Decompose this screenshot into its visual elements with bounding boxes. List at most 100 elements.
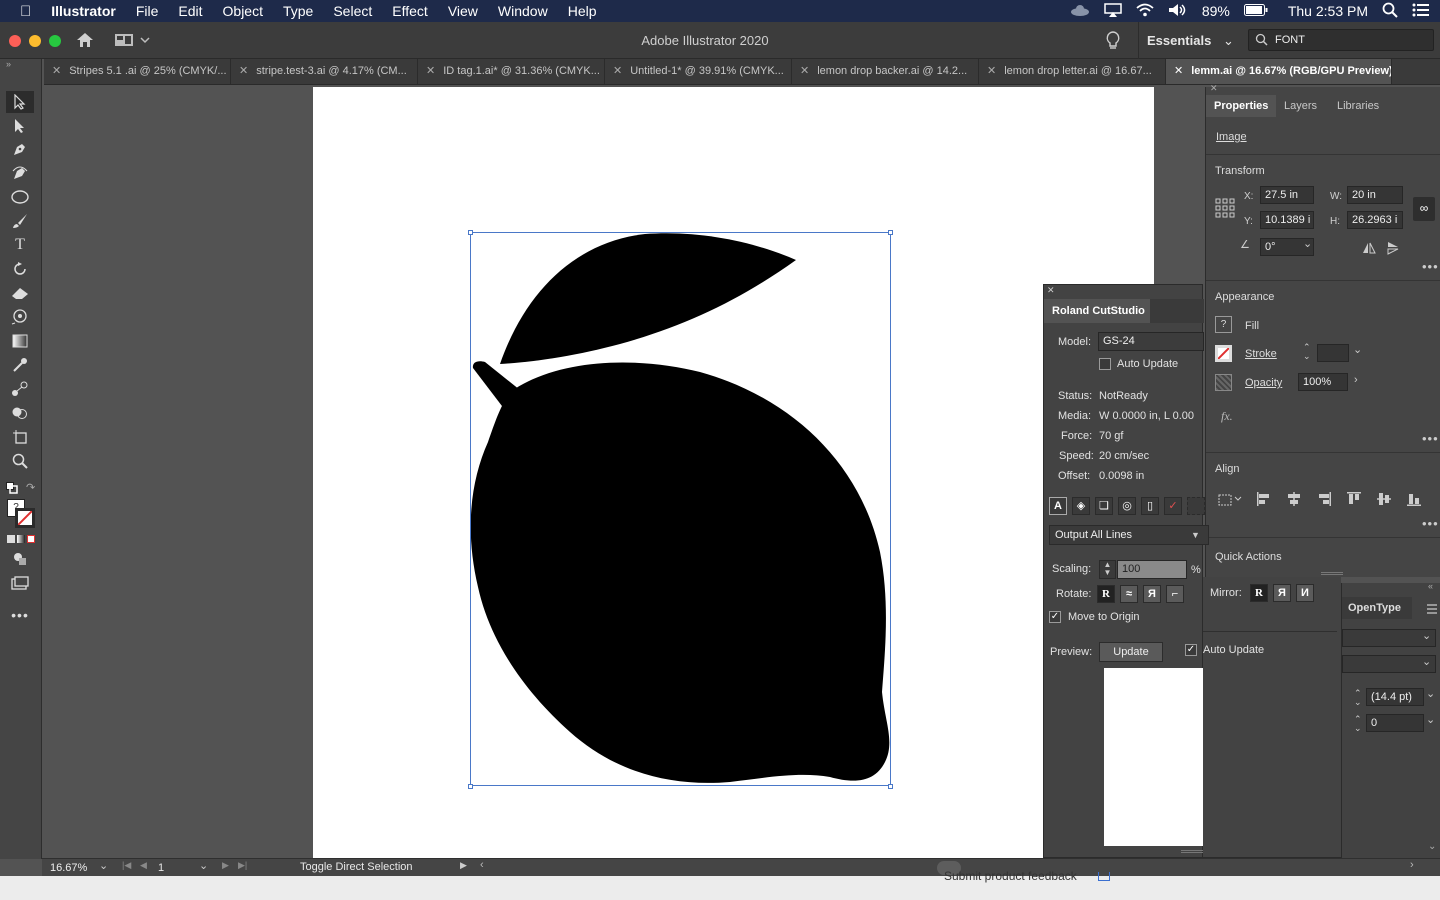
stroke-label[interactable]: Stroke [1245, 348, 1277, 360]
chevron-down-icon[interactable]: ⌄ [1422, 655, 1431, 668]
x-field[interactable]: 27.5 in [1260, 186, 1314, 204]
cloud-icon[interactable] [1070, 3, 1090, 19]
more-options-icon[interactable]: ••• [1422, 516, 1439, 531]
opacity-field[interactable]: 100% [1298, 373, 1348, 391]
menu-edit[interactable]: Edit [168, 3, 212, 19]
tracking-field[interactable]: 0 [1366, 714, 1424, 732]
rotate-90-button[interactable]: ≈ [1120, 585, 1138, 603]
doc-tab-active[interactable]: ✕ lemm.ai @ 16.67% (RGB/GPU Preview) [1166, 59, 1392, 84]
chevron-right-icon[interactable]: › [1354, 374, 1358, 386]
opacity-label[interactable]: Opacity [1245, 377, 1282, 389]
update-button[interactable]: Update [1099, 642, 1163, 662]
spotlight-icon[interactable] [1382, 2, 1398, 21]
chevron-down-icon[interactable]: ⌄ [1426, 687, 1435, 700]
menu-object[interactable]: Object [213, 3, 273, 19]
previous-artboard-icon[interactable]: ◀ [140, 860, 147, 871]
fill-swatch[interactable]: ? [1215, 316, 1232, 333]
more-options-icon[interactable]: ••• [1422, 259, 1439, 274]
panel-resize-grip[interactable] [1321, 572, 1343, 575]
feedback-icon[interactable] [1098, 872, 1110, 881]
scaling-field[interactable]: 100 [1117, 560, 1187, 579]
opentype-tab[interactable]: OpenType [1342, 597, 1412, 619]
menu-view[interactable]: View [438, 3, 488, 19]
flip-horizontal-icon[interactable] [1362, 241, 1376, 259]
close-window-button[interactable] [9, 35, 21, 47]
align-left-icon[interactable] [1256, 491, 1272, 507]
wifi-icon[interactable] [1136, 3, 1154, 20]
selection-tool-icon[interactable] [6, 91, 34, 113]
mirror-vertical-button[interactable]: И [1296, 584, 1314, 602]
arrange-documents-icon[interactable] [114, 33, 152, 52]
minimize-window-button[interactable] [29, 35, 41, 47]
page-icon[interactable]: ▯ [1141, 497, 1159, 515]
airplay-icon[interactable] [1104, 2, 1122, 20]
chevron-down-icon[interactable]: ⌄ [99, 859, 108, 872]
none-icon[interactable] [27, 535, 35, 543]
fx-button[interactable]: fx. [1221, 409, 1233, 424]
menu-file[interactable]: File [126, 3, 169, 19]
zoom-window-button[interactable] [49, 35, 61, 47]
menu-window[interactable]: Window [488, 3, 558, 19]
close-panel-icon[interactable]: ✕ [1210, 83, 1218, 94]
mirror-none-button[interactable]: R [1250, 584, 1268, 602]
doc-tab[interactable]: ✕ ID tag.1.ai* @ 31.36% (CMYK... [418, 59, 605, 84]
h-field[interactable]: 26.2963 i [1347, 211, 1403, 229]
w-field[interactable]: 20 in [1347, 186, 1403, 204]
more-options-icon[interactable]: ••• [1422, 431, 1439, 446]
rotate-270-button[interactable]: ⌐ [1166, 585, 1184, 603]
zoom-tool-icon[interactable] [9, 451, 31, 471]
artboard-tool-icon[interactable] [9, 427, 31, 447]
align-bottom-icon[interactable] [1406, 491, 1422, 507]
status-menu-arrow-icon[interactable]: ▶ [460, 860, 467, 871]
align-vertical-center-icon[interactable] [1376, 491, 1392, 507]
apple-icon[interactable]:  [0, 3, 41, 20]
menu-select[interactable]: Select [323, 3, 382, 19]
y-field[interactable]: 10.1389 i [1260, 211, 1314, 229]
chevron-down-icon[interactable]: ⌄ [199, 859, 208, 872]
registration-icon[interactable]: ◎ [1118, 497, 1136, 515]
flip-vertical-icon[interactable] [1387, 241, 1399, 260]
stroke-stepper-icon[interactable]: ⌃ ⌄ [1303, 343, 1311, 361]
close-tab-icon[interactable]: ✕ [800, 65, 809, 77]
auto-update-preview-checkbox[interactable]: ✓ [1185, 644, 1197, 656]
eraser-tool-icon[interactable] [9, 283, 31, 303]
dashed-box-icon[interactable] [1187, 497, 1205, 515]
model-select[interactable]: GS-24 [1098, 332, 1204, 351]
color-mode-buttons[interactable] [7, 535, 35, 543]
rotate-tool-icon[interactable] [9, 259, 31, 279]
edit-toolbar-icon[interactable]: ••• [9, 605, 31, 625]
type-tool-icon[interactable]: T [9, 235, 31, 255]
blend-tool-icon[interactable] [9, 379, 31, 399]
gradient-icon[interactable] [17, 535, 25, 543]
chevron-down-icon[interactable]: ⌄ [1353, 343, 1362, 356]
align-top-icon[interactable] [1346, 491, 1362, 507]
artboard-number-field[interactable]: 1 [155, 860, 193, 876]
last-artboard-icon[interactable]: ▶| [238, 860, 247, 871]
move-to-origin-checkbox[interactable]: ✓ [1049, 611, 1061, 623]
volume-icon[interactable] [1168, 3, 1188, 20]
panel-resize-grip[interactable] [1181, 850, 1203, 853]
tracking-stepper-icon[interactable]: ⌃ ⌄ [1354, 715, 1362, 733]
doc-tab[interactable]: ✕ lemon drop letter.ai @ 16.67... [979, 59, 1166, 84]
stroke-swatch[interactable] [1215, 345, 1232, 362]
tab-properties[interactable]: Properties [1206, 95, 1277, 117]
menu-type[interactable]: Type [273, 3, 323, 19]
next-artboard-icon[interactable]: ▶ [222, 860, 229, 871]
scroll-down-icon[interactable]: ⌄ [1428, 841, 1436, 852]
chevron-down-icon[interactable]: ⌄ [1426, 713, 1435, 726]
battery-icon[interactable] [1243, 3, 1268, 19]
paintbrush-tool-icon[interactable] [9, 211, 31, 231]
close-tab-icon[interactable]: ✕ [1174, 65, 1183, 77]
chevron-down-icon[interactable]: ⌄ [1422, 629, 1431, 642]
chevron-down-icon[interactable]: ⌄ [1303, 237, 1312, 250]
close-panel-icon[interactable]: ✕ [1047, 285, 1055, 296]
menu-app-name[interactable]: Illustrator [41, 3, 126, 19]
text-outline-icon[interactable]: A [1049, 497, 1067, 515]
search-input[interactable]: FONT [1248, 29, 1434, 51]
gradient-tool-icon[interactable] [9, 331, 31, 351]
close-tab-icon[interactable]: ✕ [426, 65, 435, 77]
puppet-warp-tool-icon[interactable] [9, 307, 31, 327]
constrain-proportions-icon[interactable]: ∞ [1413, 197, 1435, 221]
close-tab-icon[interactable]: ✕ [987, 65, 996, 77]
align-horizontal-center-icon[interactable] [1286, 491, 1302, 507]
